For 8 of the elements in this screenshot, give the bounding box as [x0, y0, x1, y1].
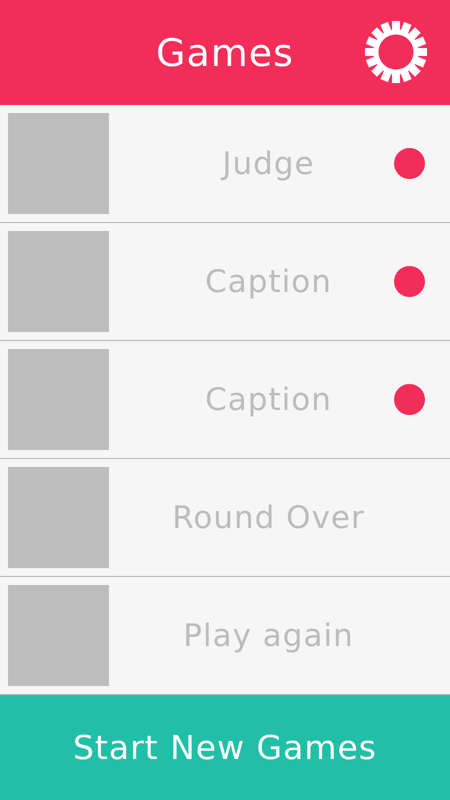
header-title: Games — [156, 30, 294, 74]
game-title: Round Over — [171, 500, 366, 536]
game-title: Judge — [220, 146, 316, 182]
game-title: Caption — [204, 264, 333, 300]
game-title: Play again — [182, 618, 355, 654]
start-new-games-button[interactable]: Start New Games — [0, 695, 450, 800]
game-title: Caption — [204, 382, 333, 418]
settings-icon[interactable] — [365, 21, 427, 83]
